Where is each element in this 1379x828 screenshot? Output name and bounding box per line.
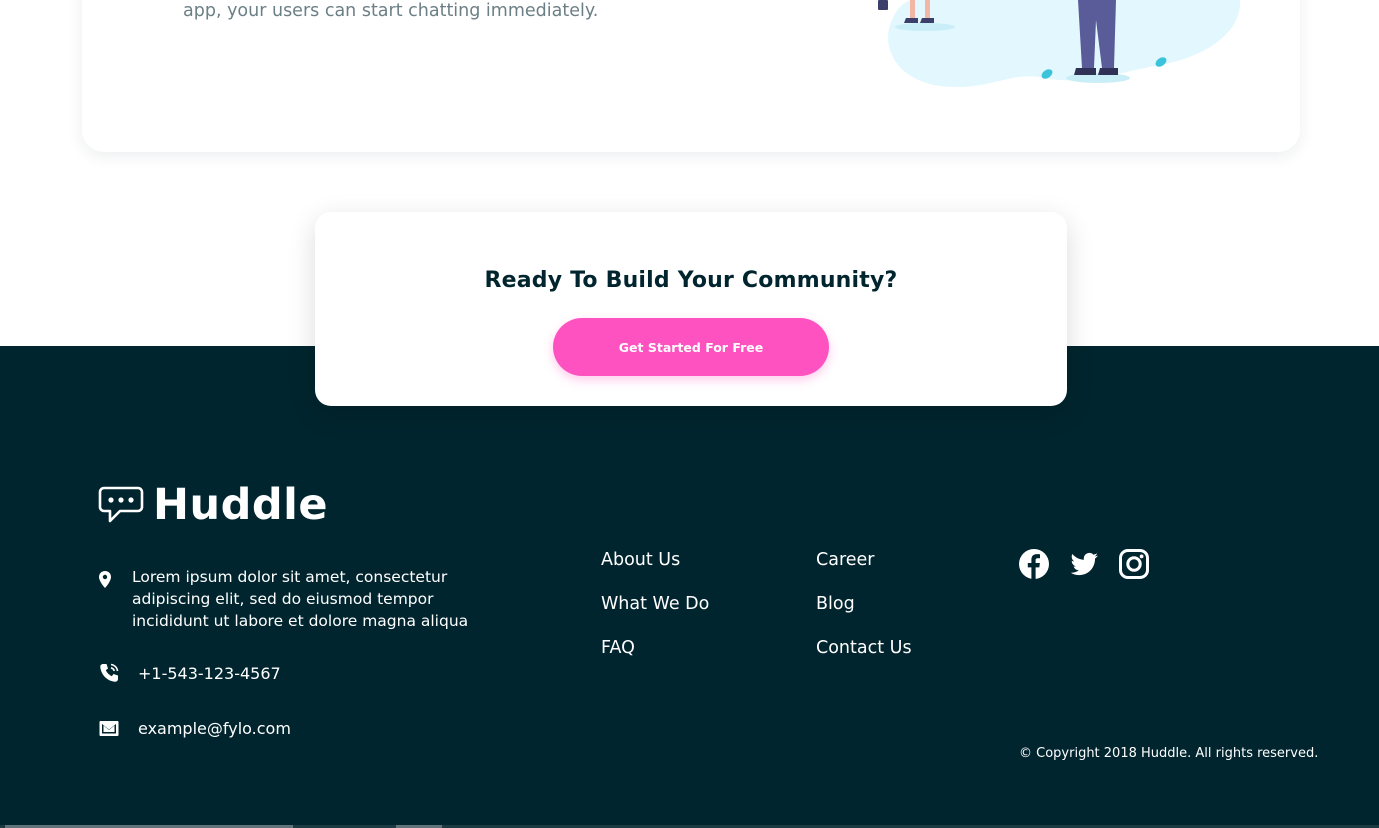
contact-address: Lorem ipsum dolor sit amet, consectetur … [98, 566, 472, 632]
link-contact-us[interactable]: Contact Us [816, 638, 912, 658]
instagram-icon[interactable] [1118, 548, 1150, 580]
cta-card: Ready To Build Your Community? Get Start… [315, 212, 1067, 406]
mail-icon [99, 721, 119, 736]
email-address: example@fylo.com [138, 718, 291, 738]
location-pin-icon [99, 571, 111, 588]
twitter-icon[interactable] [1068, 548, 1100, 580]
feature-illustration [878, 0, 1241, 88]
get-started-button[interactable]: Get Started For Free [553, 318, 829, 376]
phone-icon [100, 663, 119, 682]
contact-phone[interactable]: +1-543-123-4567 [98, 662, 281, 684]
feature-description: app, your users can start chatting immed… [183, 1, 599, 21]
link-what-we-do[interactable]: What We Do [601, 594, 709, 614]
brand-name: Huddle [153, 479, 329, 530]
facebook-icon[interactable] [1018, 548, 1050, 580]
copyright-text: © Copyright 2018 Huddle. All rights rese… [1019, 746, 1319, 761]
contact-email[interactable]: example@fylo.com [98, 717, 291, 739]
link-career[interactable]: Career [816, 550, 874, 570]
link-blog[interactable]: Blog [816, 594, 855, 614]
address-text: Lorem ipsum dolor sit amet, consectetur … [132, 568, 469, 630]
phone-number: +1-543-123-4567 [138, 663, 281, 683]
cta-title: Ready To Build Your Community? [484, 268, 898, 293]
chat-bubble-icon [98, 486, 144, 523]
link-faq[interactable]: FAQ [601, 638, 635, 658]
link-about-us[interactable]: About Us [601, 550, 680, 570]
footer-logo[interactable]: Huddle [98, 482, 328, 528]
